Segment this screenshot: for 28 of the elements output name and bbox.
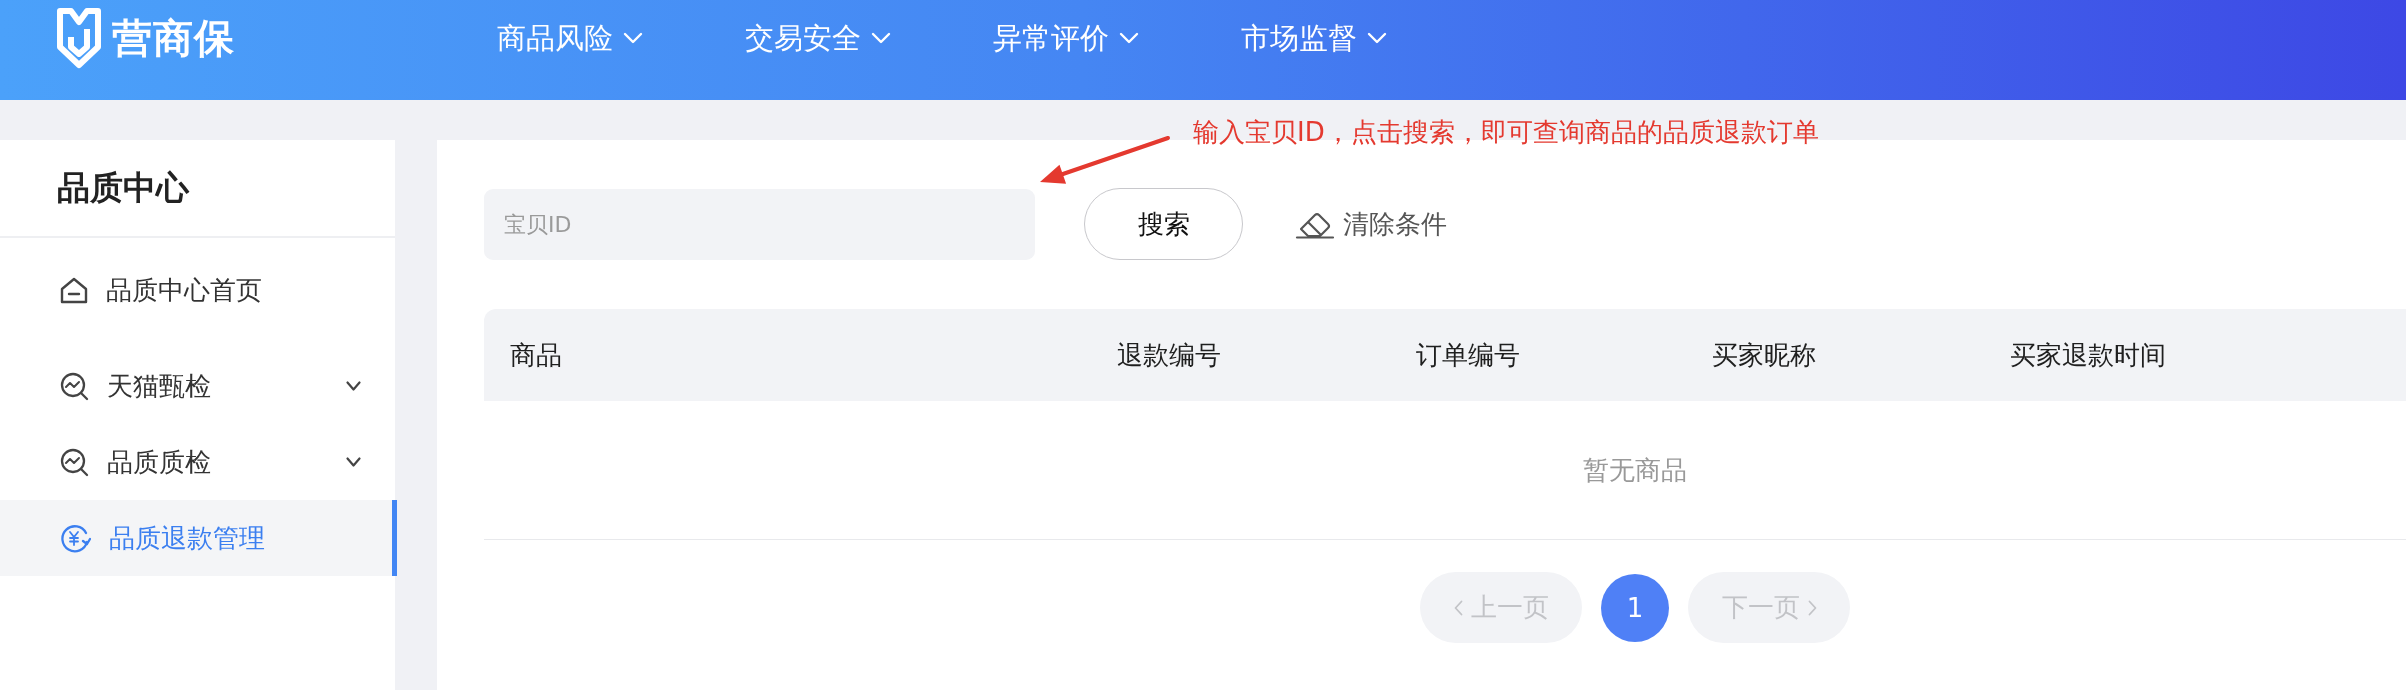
sidebar-title: 品质中心 <box>0 140 395 238</box>
nav-menu-button[interactable]: 异常评价 <box>993 20 1139 56</box>
chevron-right-icon <box>1807 599 1817 616</box>
yen-refund-icon <box>60 523 91 553</box>
empty-message: 暂无商品 <box>1583 453 1687 487</box>
search-field[interactable]: 宝贝ID <box>484 188 1035 260</box>
shield-logo-icon <box>56 7 102 69</box>
nav-menu-button[interactable]: 市场监督 <box>1241 20 1387 56</box>
column-header: 商品 <box>510 338 562 372</box>
sidebar-item[interactable]: 品质质检 <box>0 424 397 500</box>
column-header: 退款编号 <box>1117 338 1221 372</box>
chart-search-icon <box>60 371 89 401</box>
clear-filters-button[interactable]: 清除条件 <box>1295 206 1447 242</box>
home-icon <box>60 276 88 304</box>
annotation-text: 输入宝贝ID，点击搜索，即可查询商品的品质退款订单 <box>1193 116 1819 149</box>
sidebar-item[interactable]: 品质退款管理 <box>0 500 397 576</box>
nav-menu-button[interactable]: 商品风险 <box>497 20 643 56</box>
logo-text: 营商保 <box>112 18 235 58</box>
sidebar-item[interactable]: 品质中心首页 <box>0 252 397 328</box>
search-button[interactable]: 搜索 <box>1084 188 1243 260</box>
chart-search-icon <box>60 447 89 477</box>
column-header: 订单编号 <box>1416 338 1520 372</box>
chevron-left-icon <box>1453 599 1463 616</box>
column-header: 买家昵称 <box>1712 338 1816 372</box>
column-header: 买家退款时间 <box>2010 338 2166 372</box>
nav-menu-button[interactable]: 交易安全 <box>745 20 891 56</box>
page-number-button[interactable]: 1 <box>1601 573 1669 642</box>
sidebar-item[interactable]: 天猫甄检 <box>0 348 397 424</box>
